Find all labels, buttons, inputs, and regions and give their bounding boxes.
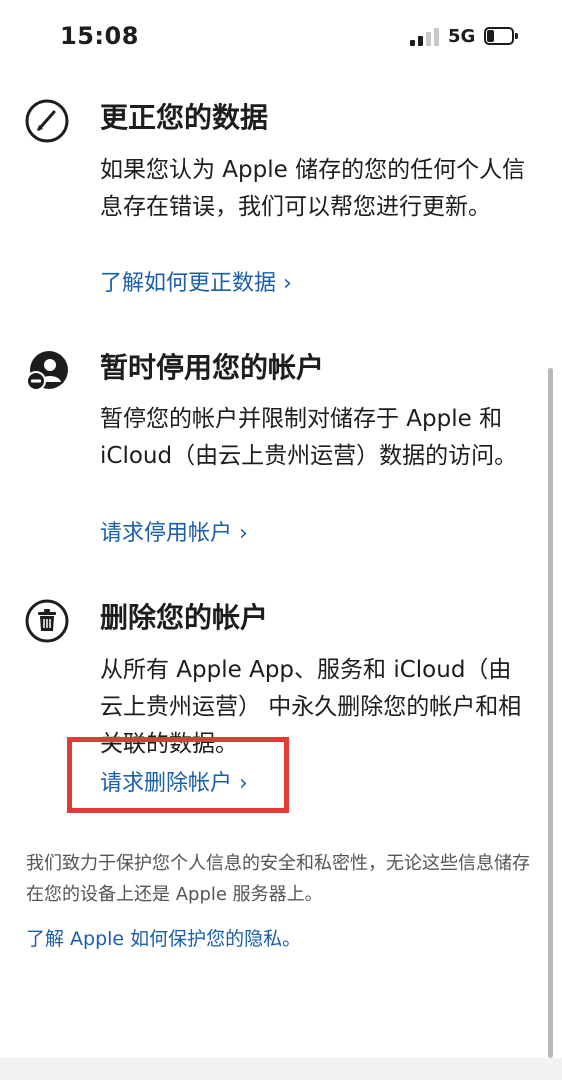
section-title: 更正您的数据 [100, 101, 269, 134]
request-deactivate-account-link[interactable]: 请求停用帐户 › [100, 515, 248, 547]
scrollbar[interactable] [548, 368, 553, 1058]
learn-privacy-link[interactable]: 了解 Apple 如何保护您的隐私。 [26, 924, 301, 951]
section-description: 如果您认为 Apple 储存的您的任何个人信息存在错误，我们可以帮您进行更新。 [100, 157, 526, 220]
status-time: 15:08 [60, 22, 139, 50]
section-title: 删除您的帐户 [100, 601, 269, 634]
privacy-statement: 我们致力于保护您个人信息的安全和私密性，无论这些信息储存在您的设备上还是 App… [26, 853, 530, 905]
delete-account-section: 删除您的帐户 从所有 Apple App、服务和 iCloud（由云上贵州运营）… [0, 592, 562, 812]
trash-icon [24, 598, 70, 644]
bottom-toolbar [0, 1058, 562, 1080]
section-description: 暂停您的帐户并限制对储存于 Apple 和 iCloud（由云上贵州运营）数据的… [100, 406, 518, 469]
correct-data-section: 更正您的数据 如果您认为 Apple 储存的您的任何个人信息存在错误，我们可以帮… [0, 90, 562, 310]
pencil-icon [24, 98, 70, 144]
learn-correct-data-link[interactable]: 了解如何更正数据 › [100, 265, 292, 297]
status-bar: 15:08 5G [0, 0, 562, 70]
user-deactivate-icon [24, 348, 70, 394]
section-title: 暂时停用您的帐户 [100, 351, 325, 384]
network-type: 5G [448, 26, 476, 47]
cellular-signal-icon [410, 28, 442, 46]
deactivate-account-section: 暂时停用您的帐户 暂停您的帐户并限制对储存于 Apple 和 iCloud（由云… [0, 338, 562, 558]
battery-icon [484, 27, 518, 45]
request-delete-account-link[interactable]: 请求删除帐户 › [100, 765, 248, 797]
section-description: 从所有 Apple App、服务和 iCloud（由云上贵州运营） 中永久删除您… [100, 657, 522, 757]
